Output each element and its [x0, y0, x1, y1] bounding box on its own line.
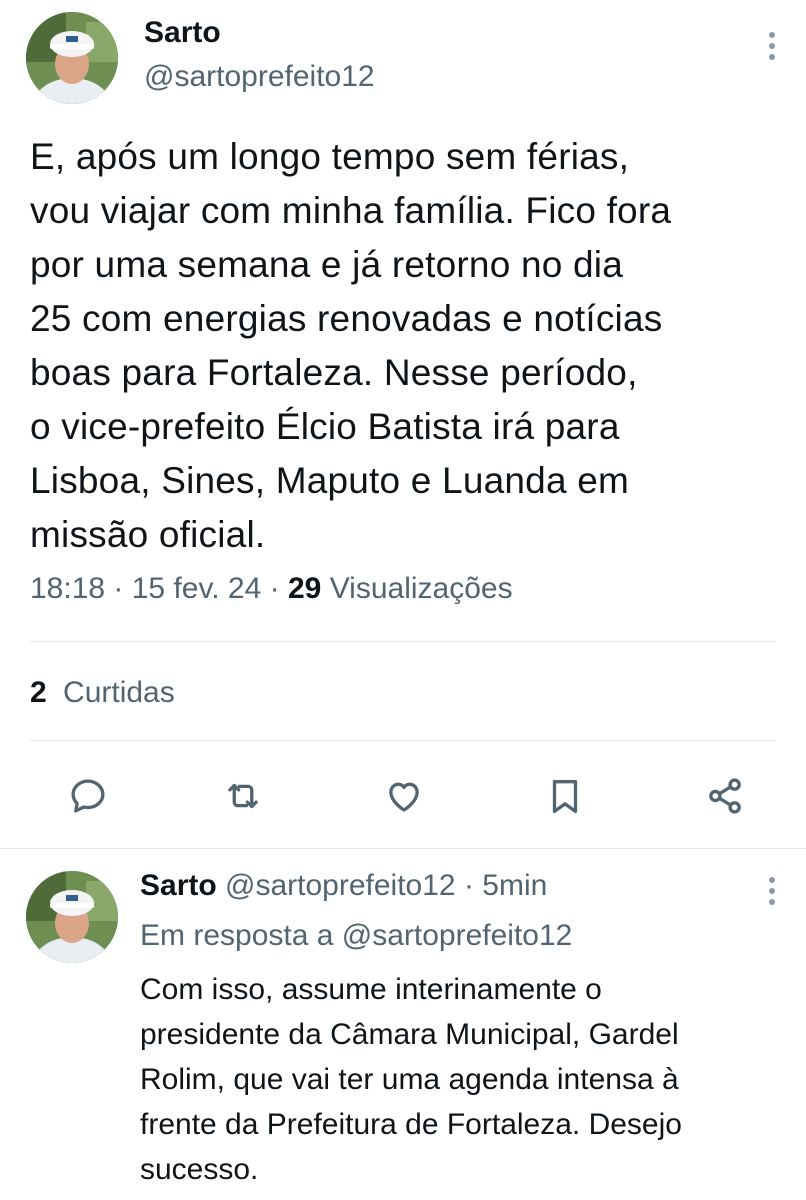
reply-tweet[interactable]: Sarto @sartoprefeito12 · 5min Em respost…: [0, 849, 806, 1200]
divider: [30, 740, 776, 741]
in-reply-handle[interactable]: @sartoprefeito12: [342, 919, 573, 952]
views-label: Visualizações: [329, 572, 513, 605]
tweet-meta: 18:18 · 15 fev. 24 · 29 Visualizações: [30, 572, 513, 605]
retweet-button[interactable]: [213, 766, 273, 826]
divider: [30, 641, 776, 642]
in-reply-prefix: Em resposta a: [140, 919, 334, 952]
likes-count: 2: [30, 676, 47, 709]
author-name[interactable]: Sarto: [144, 16, 221, 50]
reply-time[interactable]: 5min: [482, 869, 547, 902]
author-avatar[interactable]: [26, 12, 118, 104]
bookmark-button[interactable]: [535, 766, 595, 826]
more-options-icon[interactable]: [768, 32, 776, 64]
likes-row[interactable]: 2 Curtidas: [30, 676, 175, 710]
reply-author-name[interactable]: Sarto: [140, 869, 217, 902]
reply-header: Sarto @sartoprefeito12 · 5min: [140, 869, 548, 902]
share-button[interactable]: [695, 766, 755, 826]
share-icon: [709, 778, 741, 814]
tweet-text: E, após um longo tempo sem férias, vou v…: [30, 136, 672, 555]
main-tweet: Sarto @sartoprefeito12 E, após um longo …: [0, 0, 806, 848]
bookmark-icon: [552, 779, 578, 814]
in-reply-to: Em resposta a @sartoprefeito12: [140, 919, 572, 953]
reply-author-avatar[interactable]: [26, 871, 118, 963]
author-handle[interactable]: @sartoprefeito12: [144, 60, 375, 94]
reply-icon: [71, 779, 105, 813]
views-count: 29: [287, 572, 322, 605]
tweet-time[interactable]: 18:18: [30, 572, 105, 605]
like-button[interactable]: [374, 766, 434, 826]
reply-more-options-icon[interactable]: [768, 877, 776, 909]
reply-author-handle[interactable]: @sartoprefeito12: [225, 869, 456, 902]
reply-text: Com isso, assume interinamente o preside…: [140, 973, 682, 1186]
reply-button[interactable]: [58, 766, 118, 826]
action-bar: [0, 766, 806, 826]
tweet-date[interactable]: 15 fev. 24: [132, 572, 262, 605]
like-icon: [389, 782, 419, 812]
likes-label: Curtidas: [63, 676, 175, 709]
retweet-icon: [228, 783, 258, 809]
